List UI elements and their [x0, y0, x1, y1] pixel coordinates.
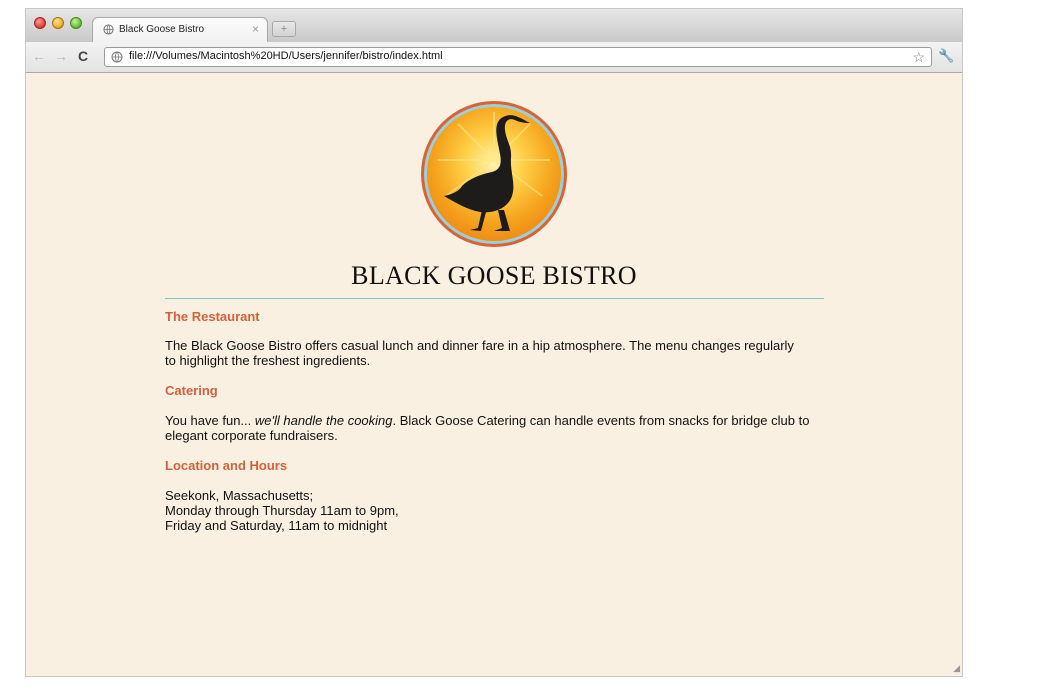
- heading-catering: Catering: [165, 383, 218, 398]
- hours-line-weekday: Monday through Thursday 11am to 9pm,: [165, 503, 399, 518]
- star-icon[interactable]: ☆: [912, 49, 925, 66]
- catering-emphasis: we'll handle the cooking: [254, 413, 393, 428]
- toolbar: ← → C file:///Volumes/Macintosh%20HD/Use…: [26, 42, 962, 73]
- catering-description: You have fun... we'll handle the cooking…: [165, 413, 825, 443]
- catering-text-start: You have fun...: [165, 413, 255, 428]
- close-window-button[interactable]: [34, 17, 46, 29]
- globe-icon: [103, 24, 114, 35]
- zoom-window-button[interactable]: [70, 17, 82, 29]
- tab-close-icon[interactable]: ×: [252, 22, 259, 36]
- reload-button[interactable]: C: [78, 48, 88, 64]
- tab-label: Black Goose Bistro: [119, 24, 205, 35]
- tab-black-goose-bistro[interactable]: Black Goose Bistro ×: [92, 17, 268, 43]
- hours-line-weekend: Friday and Saturday, 11am to midnight: [165, 518, 388, 533]
- page-icon: [111, 51, 123, 63]
- resize-grip-icon[interactable]: ◢: [953, 663, 960, 674]
- minimize-window-button[interactable]: [52, 17, 64, 29]
- page-content: BLACK GOOSE BISTRO The Restaurant The Bl…: [26, 73, 962, 676]
- new-tab-button[interactable]: +: [272, 21, 296, 37]
- url-text[interactable]: file:///Volumes/Macintosh%20HD/Users/jen…: [129, 50, 443, 62]
- back-button[interactable]: ←: [32, 48, 46, 64]
- wrench-icon[interactable]: 🔧: [938, 48, 954, 64]
- goose-logo: [421, 101, 567, 247]
- restaurant-description: The Black Goose Bistro offers casual lun…: [165, 338, 794, 368]
- site-title: BLACK GOOSE BISTRO: [351, 261, 637, 290]
- tab-strip: Black Goose Bistro × +: [26, 9, 962, 43]
- title-divider: [165, 298, 824, 299]
- address-bar[interactable]: file:///Volumes/Macintosh%20HD/Users/jen…: [104, 47, 932, 67]
- heading-location-and-hours: Location and Hours: [165, 458, 288, 473]
- browser-window: Black Goose Bistro × + ← → C file:///Vol…: [26, 9, 962, 676]
- location-line: Seekonk, Massachusetts;: [165, 488, 314, 503]
- heading-the-restaurant: The Restaurant: [165, 309, 260, 324]
- forward-button[interactable]: →: [54, 48, 68, 64]
- location-hours-text: Seekonk, Massachusetts; Monday through Th…: [165, 488, 399, 533]
